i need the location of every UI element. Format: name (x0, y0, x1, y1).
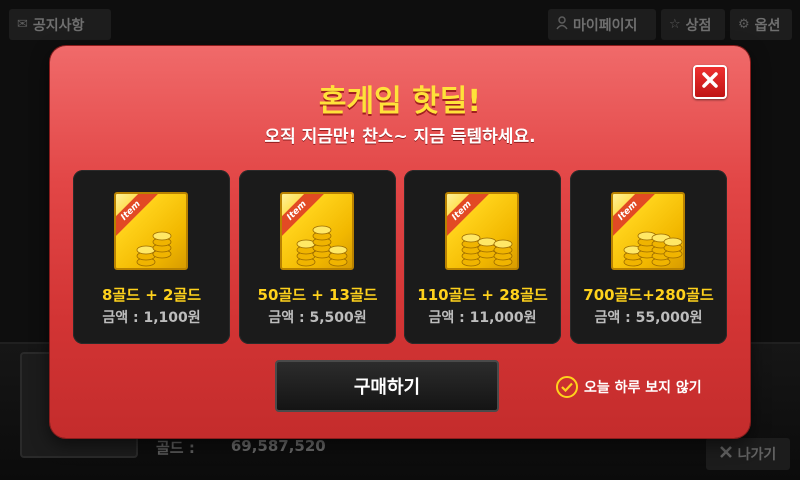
buy-button[interactable]: 구매하기 (275, 360, 499, 412)
gold-coins-icon: Item (114, 192, 188, 270)
coin (136, 245, 156, 255)
gold-label: 골드 : (156, 439, 195, 457)
gold-coins-icon: Item (611, 192, 685, 270)
coin (663, 237, 683, 247)
product-card[interactable]: Item 50골드 + 13골드 금액 : 5,500원 (239, 170, 396, 344)
dont-show-today-checkbox[interactable]: 오늘 하루 보지 않기 (556, 374, 702, 400)
dialog-subtitle: 오직 지금만! 찬스~ 지금 득템하세요. (264, 127, 536, 147)
close-button[interactable] (693, 65, 727, 99)
product-gold: 8골드 + 2골드 (101, 286, 202, 304)
gold-coins-icon: Item (445, 192, 519, 270)
shop-label: 상점 (685, 17, 712, 34)
coin (312, 225, 332, 235)
options-label: 옵션 (754, 17, 781, 34)
dont-show-today-label: 오늘 하루 보지 않기 (584, 380, 702, 396)
product-price: 금액 : 11,000원 (428, 310, 537, 326)
product-gold: 110골드 + 28골드 (417, 286, 548, 304)
coin (493, 239, 513, 249)
mypage-button[interactable]: 마이페이지 (548, 9, 656, 40)
options-button[interactable]: ⚙ 옵션 (730, 9, 792, 40)
notice-button[interactable]: ✉ 공지사항 (9, 9, 111, 40)
product-card[interactable]: Item 110골드 + 28골드 금액 : 11,000원 (404, 170, 561, 344)
product-price: 금액 : 1,100원 (102, 310, 201, 326)
hot-deal-dialog: 혼게임 핫딜! 오직 지금만! 찬스~ 지금 득템하세요. Item 8골드 +… (50, 46, 750, 438)
gold-value: 69,587,520 (230, 437, 326, 455)
gear-icon: ⚙ (738, 17, 750, 32)
gold-coins-icon: Item (280, 192, 354, 270)
coin (328, 245, 348, 255)
product-price: 금액 : 5,500원 (268, 310, 367, 326)
gold-status: 골드 : 69,587,520 (156, 437, 326, 458)
top-bar: ✉ 공지사항 마이페이지 ☆ 상점 ⚙ 옵션 (0, 0, 800, 46)
dialog-title: 혼게임 핫딜! (318, 84, 482, 119)
product-gold: 700골드+280골드 (583, 286, 714, 304)
notice-label: 공지사항 (32, 17, 85, 34)
product-price: 금액 : 55,000원 (594, 310, 703, 326)
person-icon (556, 15, 568, 34)
exit-label: 나가기 (737, 447, 777, 463)
close-icon (719, 446, 732, 462)
check-circle-icon (556, 376, 578, 398)
mypage-label: 마이페이지 (573, 17, 638, 34)
close-icon (702, 72, 718, 92)
coin (296, 239, 316, 249)
shop-button[interactable]: ☆ 상점 (661, 9, 725, 40)
star-icon: ☆ (669, 17, 681, 32)
envelope-icon: ✉ (17, 17, 28, 32)
exit-button[interactable]: 나가기 (706, 438, 790, 470)
product-gold: 50골드 + 13골드 (257, 286, 378, 304)
product-card[interactable]: Item 8골드 + 2골드 금액 : 1,100원 (73, 170, 230, 344)
product-card[interactable]: Item 700골드+280골드 금액 : 55,000원 (570, 170, 727, 344)
coin (477, 237, 497, 247)
coin (461, 233, 481, 243)
coin (152, 231, 172, 241)
